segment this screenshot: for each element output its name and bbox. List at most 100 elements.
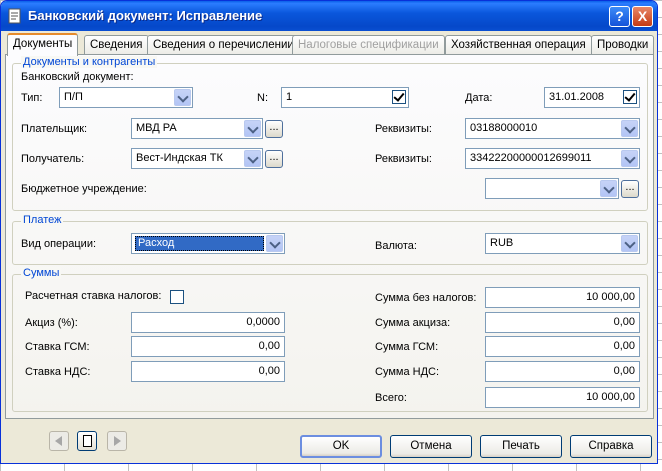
payer-select[interactable]: МВД РА [131, 118, 263, 139]
previous-record-button[interactable] [49, 431, 69, 451]
receiver-requisites-value: 33422200000012699011 [470, 152, 592, 164]
number-label: N: [257, 92, 268, 104]
date-label: Дата: [465, 92, 493, 104]
operation-type-label: Вид операции: [21, 238, 97, 250]
chevron-down-icon[interactable] [174, 89, 191, 106]
payer-browse-button[interactable]: ... [265, 120, 283, 138]
cancel-button[interactable]: Отмена [390, 435, 472, 458]
receiver-requisites-select[interactable]: 33422200000012699011 [465, 148, 640, 169]
number-field[interactable]: 1 [281, 87, 409, 108]
budget-browse-button[interactable]: ... [621, 180, 639, 198]
excise-value: 0,0000 [246, 316, 280, 328]
type-select[interactable]: П/П [59, 87, 193, 108]
number-checkbox[interactable] [392, 90, 406, 104]
budget-institution-select[interactable] [485, 178, 619, 199]
payer-value: МВД РА [136, 122, 177, 134]
chevron-down-icon[interactable] [621, 235, 638, 252]
date-value: 31.01.2008 [549, 91, 605, 103]
date-field[interactable]: 31.01.2008 [544, 87, 640, 108]
receiver-browse-button[interactable]: ... [265, 150, 283, 168]
dialog-window: Банковский документ: Исправление ? X Док… [0, 0, 658, 464]
help-button[interactable]: Справка [570, 435, 652, 458]
tab-info[interactable]: Сведения [84, 35, 149, 55]
payer-requisites-label: Реквизиты: [375, 123, 432, 135]
excise-sum-label: Сумма акциза: [375, 317, 451, 329]
chevron-down-icon[interactable] [621, 150, 638, 167]
chevron-down-icon[interactable] [600, 180, 617, 197]
group-payment: Платеж Вид операции: Расход Валюта: RUB [12, 214, 648, 265]
tab-strip: Документы Сведения Сведения о перечислен… [5, 33, 655, 56]
print-button[interactable]: Печать [480, 435, 562, 458]
group-documents: Документы и контрагенты Банковский докум… [12, 56, 648, 211]
total-label: Всего: [375, 392, 407, 404]
gsm-sum-field[interactable]: 0,00 [485, 336, 640, 357]
arrow-left-icon [55, 436, 62, 446]
vat-rate-value: 0,00 [258, 365, 280, 377]
gsm-sum-label: Сумма ГСМ: [375, 341, 439, 353]
vat-rate-label: Ставка НДС: [25, 366, 91, 378]
new-document-icon [83, 435, 92, 447]
gsm-rate-field[interactable]: 0,00 [131, 336, 285, 357]
budget-institution-label: Бюджетное учреждение: [21, 183, 147, 195]
tab-tax-specs[interactable]: Налоговые спецификации [292, 35, 445, 55]
excise-sum-value: 0,00 [613, 316, 635, 328]
tab-documents[interactable]: Документы [7, 33, 79, 56]
group-title: Платеж [21, 214, 64, 226]
currency-value: RUB [490, 237, 514, 249]
arrow-right-icon [114, 436, 121, 446]
excise-sum-field[interactable]: 0,00 [485, 312, 640, 333]
new-document-button[interactable] [77, 431, 97, 451]
operation-type-select[interactable]: Расход [131, 233, 285, 254]
tab-business-operation[interactable]: Хозяйственная операция [445, 35, 592, 55]
ok-button[interactable]: OK [300, 435, 382, 458]
payer-requisites-select[interactable]: 03188000010 [465, 118, 640, 139]
title-bar[interactable]: Банковский документ: Исправление ? X [1, 1, 657, 31]
group-sums: Суммы Расчетная ставка налогов: Акциз (%… [12, 267, 648, 412]
total-field[interactable]: 10 000,00 [485, 387, 640, 408]
dialog-client: Документы Сведения Сведения о перечислен… [5, 31, 655, 461]
payer-label: Плательщик: [21, 123, 88, 135]
receiver-label: Получатель: [21, 153, 85, 165]
number-value: 1 [286, 91, 293, 103]
chevron-down-icon[interactable] [621, 120, 638, 137]
vat-sum-value: 0,00 [613, 365, 635, 377]
next-record-button[interactable] [107, 431, 127, 451]
window-title: Банковский документ: Исправление [28, 8, 263, 23]
vat-rate-field[interactable]: 0,00 [131, 361, 285, 382]
chevron-down-icon[interactable] [244, 120, 261, 137]
vat-sum-label: Сумма НДС: [375, 366, 440, 378]
help-title-button[interactable]: ? [609, 6, 630, 27]
group-title: Документы и контрагенты [21, 56, 158, 68]
tab-transfer-info[interactable]: Сведения о перечислении [147, 35, 300, 55]
currency-select[interactable]: RUB [485, 233, 640, 254]
vat-sum-field[interactable]: 0,00 [485, 361, 640, 382]
payer-requisites-value: 03188000010 [470, 122, 538, 134]
type-label: Тип: [21, 92, 43, 104]
close-button[interactable]: X [632, 6, 653, 27]
operation-type-value: Расход [135, 236, 264, 251]
sum-without-tax-label: Сумма без налогов: [375, 292, 477, 304]
gsm-rate-value: 0,00 [258, 340, 280, 352]
sum-without-tax-value: 10 000,00 [586, 291, 635, 303]
type-value: П/П [64, 91, 83, 103]
excise-label: Акциз (%): [25, 317, 78, 329]
tax-rate-label: Расчетная ставка налогов: [25, 290, 162, 302]
receiver-select[interactable]: Вест-Индская ТК [131, 148, 263, 169]
bank-document-label: Банковский документ: [21, 71, 134, 83]
gsm-sum-value: 0,00 [613, 340, 635, 352]
sum-without-tax-field[interactable]: 10 000,00 [485, 287, 640, 308]
excise-field[interactable]: 0,0000 [131, 312, 285, 333]
gsm-rate-label: Ставка ГСМ: [25, 341, 90, 353]
receiver-value: Вест-Индская ТК [136, 152, 223, 164]
date-checkbox[interactable] [623, 90, 637, 104]
currency-label: Валюта: [375, 240, 417, 252]
total-value: 10 000,00 [586, 391, 635, 403]
tax-rate-checkbox[interactable] [170, 290, 184, 304]
chevron-down-icon[interactable] [266, 235, 283, 252]
chevron-down-icon[interactable] [244, 150, 261, 167]
tab-postings[interactable]: Проводки [591, 35, 655, 55]
receiver-requisites-label: Реквизиты: [375, 153, 432, 165]
group-title: Суммы [21, 267, 62, 279]
tab-page-documents: Документы и контрагенты Банковский докум… [5, 54, 654, 419]
document-icon [8, 8, 21, 24]
